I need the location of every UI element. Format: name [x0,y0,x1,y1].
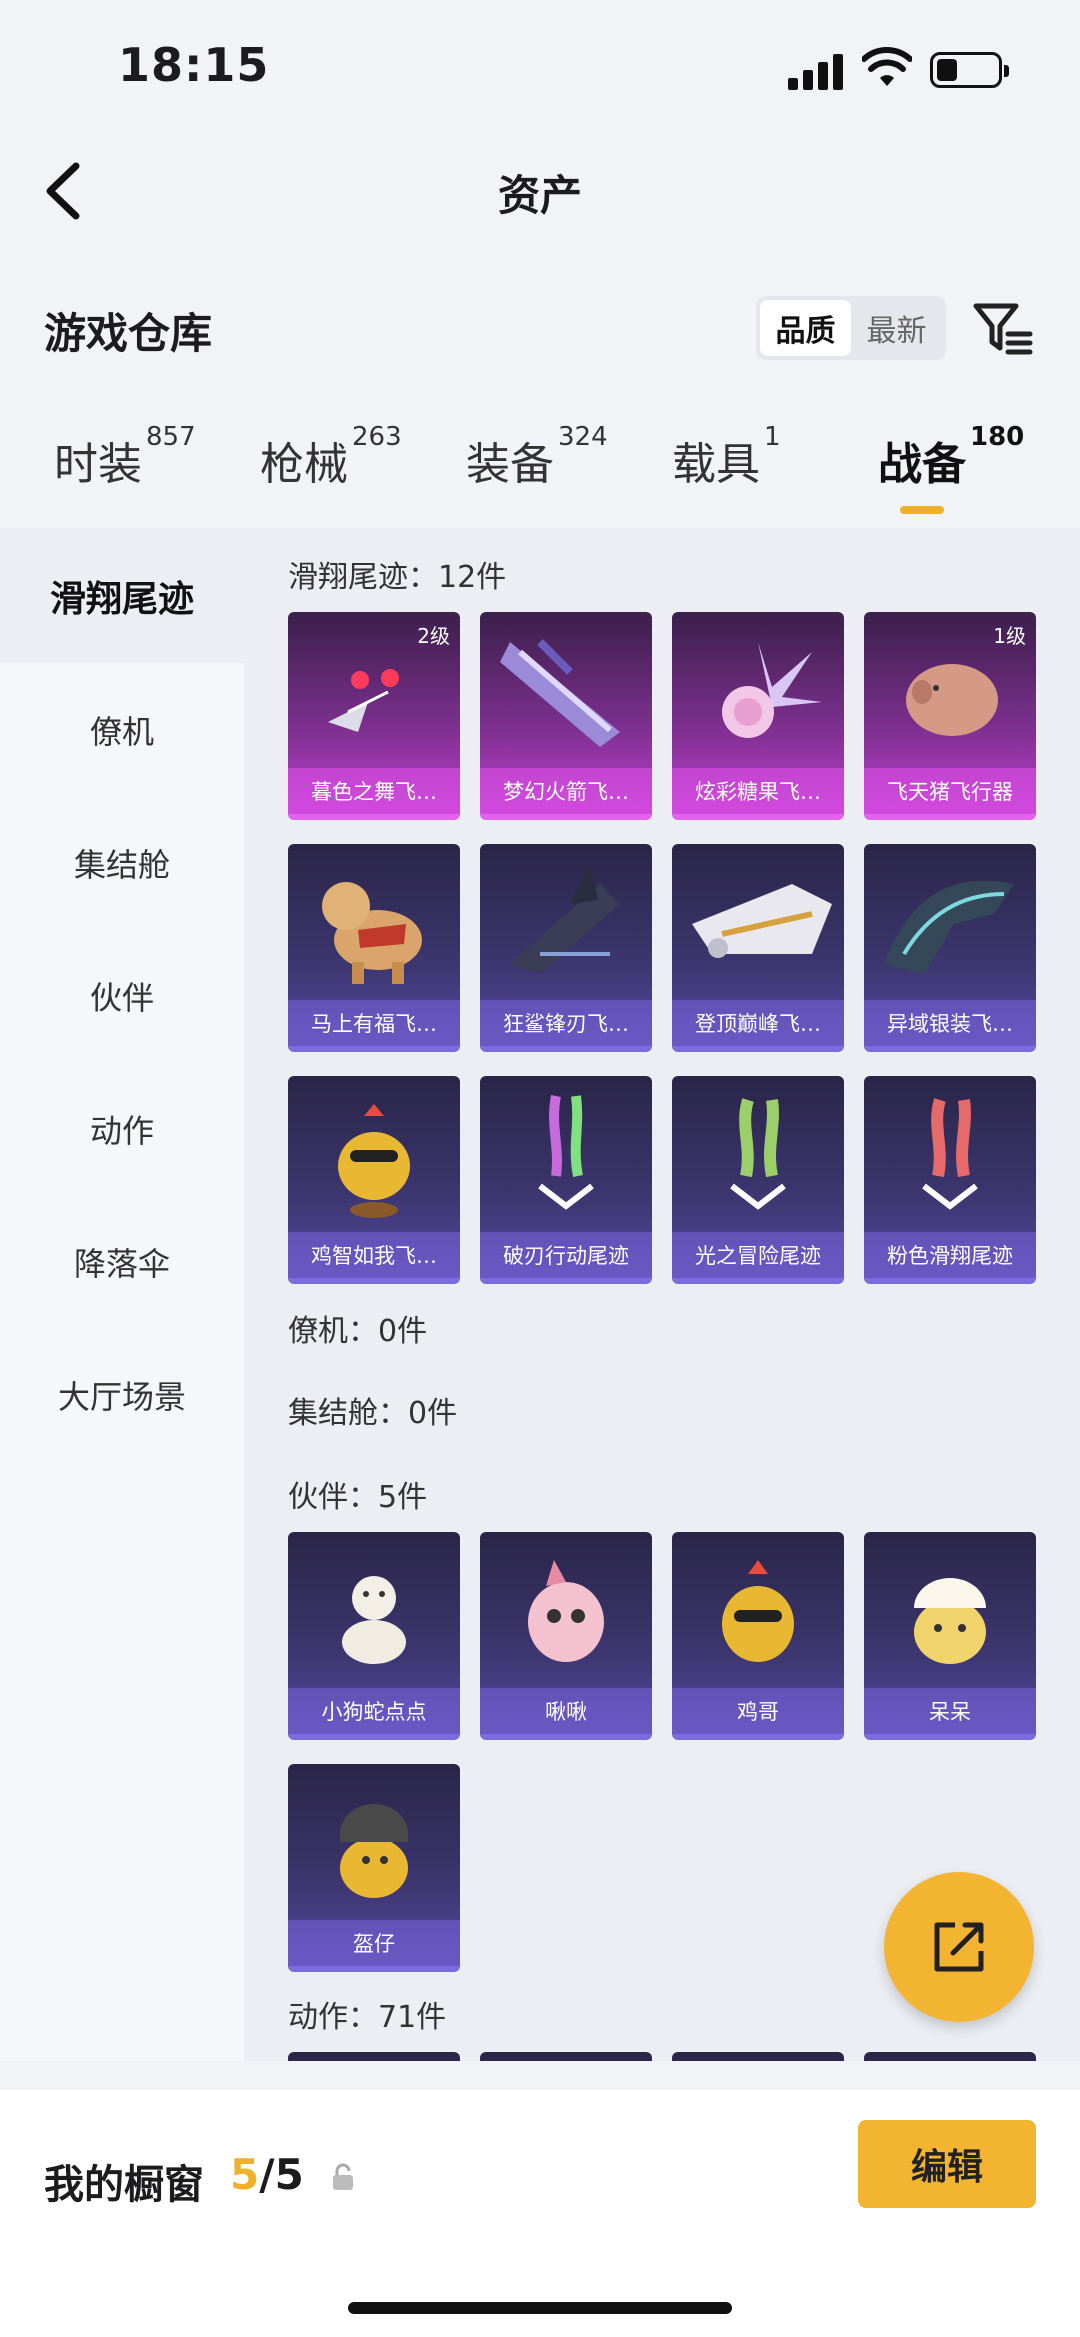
item-name: 马上有福飞… [288,1000,460,1046]
sidebar-item-lobby-scene[interactable]: 大厅场景 [0,1328,244,1461]
item-card[interactable]: 鸡智如我飞… [288,1076,460,1284]
item-card[interactable] [672,2052,844,2061]
item-art-icon [722,642,822,738]
item-card[interactable]: 呆呆 [864,1532,1036,1740]
item-card[interactable]: 盔仔 [288,1764,460,1972]
item-card[interactable]: 粉色滑翔尾迹 [864,1076,1036,1284]
sort-newest-option[interactable]: 最新 [851,300,942,356]
cellular-signal-icon [788,52,846,90]
tab-vehicles[interactable]: 载具1 [672,422,781,492]
sidebar-item-glide-trail[interactable]: 滑翔尾迹 [0,528,244,663]
item-name: 光之冒险尾迹 [672,1232,844,1278]
home-indicator [348,2302,732,2314]
item-card[interactable]: 小狗蛇点点 [288,1532,460,1740]
sidebar-item-parachute[interactable]: 降落伞 [0,1195,244,1328]
item-card[interactable]: 登顶巅峰飞… [672,844,844,1052]
item-art-icon [322,882,422,984]
status-time: 18:15 [118,38,270,92]
edit-button[interactable]: 编辑 [858,2120,1036,2208]
item-card[interactable]: 啾啾 [480,1532,652,1740]
item-card[interactable]: 炫彩糖果飞… [672,612,844,820]
item-name: 盔仔 [288,1920,460,1966]
item-art-icon [914,1578,986,1664]
tab-battle-gear[interactable]: 战备180 [878,422,1024,492]
item-art-icon [510,864,620,974]
item-art-icon [722,1560,794,1662]
section-title-pod: 集结舱：0件 [288,1396,458,1431]
warehouse-title: 游戏仓库 [44,309,213,358]
item-art-icon [500,639,620,747]
item-art-icon [338,1104,410,1218]
page-title: 资产 [497,171,582,220]
nav-bar: 资产 [0,140,1080,240]
tab-fashion[interactable]: 时装857 [54,422,196,492]
active-tab-indicator [900,506,944,514]
item-list: 滑翔尾迹：12件 2级 暮色之舞飞… 梦幻火箭飞… 炫彩糖果飞… 1级 飞天猪飞… [244,528,1080,2061]
tab-equipment[interactable]: 装备324 [466,422,608,492]
item-name: 鸡智如我飞… [288,1232,460,1278]
showcase-bar: 我的橱窗 5/5 编辑 [0,2090,1080,2337]
item-card[interactable]: 马上有福飞… [288,844,460,1052]
sidebar-item-pod[interactable]: 集结舱 [0,796,244,929]
wifi-icon [862,47,912,86]
tab-weapons[interactable]: 枪械263 [260,422,402,492]
section-title-trails: 滑翔尾迹：12件 [288,560,507,595]
item-art-icon [884,880,1014,974]
item-name: 异域银装飞… [864,1000,1036,1046]
status-bar: 18:15 [0,0,1080,130]
sidebar-item-wingman[interactable]: 僚机 [0,663,244,796]
battery-icon [930,52,1009,88]
sidebar-item-partner[interactable]: 伙伴 [0,929,244,1062]
item-name: 粉色滑翔尾迹 [864,1232,1036,1278]
item-name: 小狗蛇点点 [288,1688,460,1734]
item-card[interactable] [480,2052,652,2061]
item-card[interactable]: 异域银装飞… [864,844,1036,1052]
item-level-badge: 2级 [417,624,450,648]
item-art-icon [538,1095,594,1210]
section-title-partners: 伙伴：5件 [288,1480,428,1515]
item-name: 破刃行动尾迹 [480,1232,652,1278]
section-title-wingman: 僚机：0件 [288,1314,428,1349]
sidebar: 滑翔尾迹 僚机 集结舱 伙伴 动作 降落伞 大厅场景 [0,528,244,2061]
share-external-icon [934,1922,984,1972]
item-card[interactable]: 鸡哥 [672,1532,844,1740]
content-area: 滑翔尾迹 僚机 集结舱 伙伴 动作 降落伞 大厅场景 滑翔尾迹：12件 2级 暮… [0,528,1080,2061]
item-card[interactable] [288,2052,460,2061]
item-name: 啾啾 [480,1688,652,1734]
item-card[interactable]: 破刃行动尾迹 [480,1076,652,1284]
item-art-icon [730,1098,786,1210]
item-level-badge: 1级 [993,624,1026,648]
item-art-icon [528,1560,604,1662]
section-title-emotes: 动作：71件 [288,2000,447,2035]
item-art-icon [342,1576,406,1664]
showcase-count: 5/5 [230,2150,304,2199]
lock-icon [333,2163,353,2190]
sort-toggle: 品质 最新 [756,296,946,360]
item-card[interactable]: 1级 飞天猪飞行器 [864,612,1036,820]
item-name: 暮色之舞飞… [288,768,460,814]
item-art-icon [922,1098,978,1210]
item-card[interactable]: 2级 暮色之舞飞… [288,612,460,820]
item-name: 飞天猪飞行器 [864,768,1036,814]
sidebar-item-emote[interactable]: 动作 [0,1062,244,1195]
item-name: 鸡哥 [672,1688,844,1734]
showcase-label: 我的橱窗 [44,2162,204,2208]
item-name: 呆呆 [864,1688,1036,1734]
item-name: 梦幻火箭飞… [480,768,652,814]
item-name: 狂鲨锋刃飞… [480,1000,652,1046]
share-button[interactable] [884,1872,1034,2022]
item-name: 登顶巅峰飞… [672,1000,844,1046]
item-card[interactable]: 狂鲨锋刃飞… [480,844,652,1052]
item-card[interactable]: 光之冒险尾迹 [672,1076,844,1284]
sort-quality-option[interactable]: 品质 [760,300,851,356]
item-art-icon [340,1804,408,1898]
item-card[interactable]: 梦幻火箭飞… [480,612,652,820]
item-card[interactable] [864,2052,1036,2061]
filter-icon[interactable] [970,298,1034,358]
item-name: 炫彩糖果飞… [672,768,844,814]
item-art-icon [692,884,832,958]
